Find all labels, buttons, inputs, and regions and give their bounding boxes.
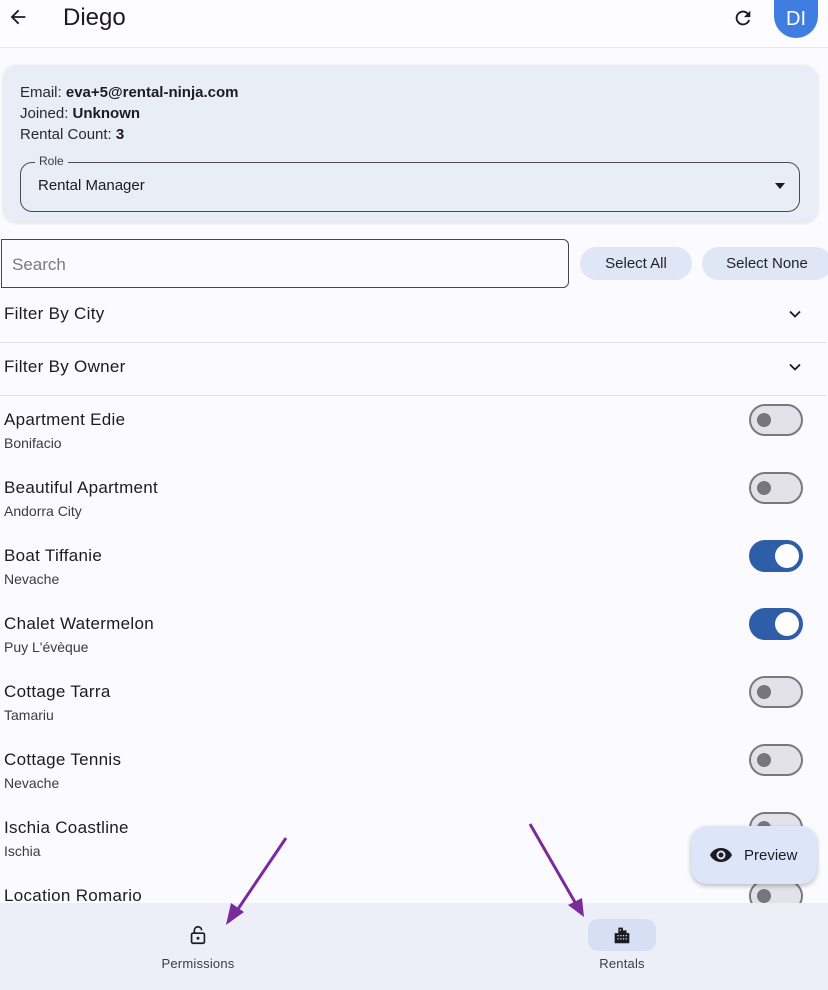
rental-count-value: 3 (115, 126, 125, 143)
role-select[interactable]: Role Rental Manager (20, 154, 800, 212)
toggle-knob (757, 481, 771, 495)
list-item: Cottage Tennis Nevache (0, 744, 826, 818)
page-title: Diego (63, 4, 126, 31)
email-value: eva+5@rental-ninja.com (65, 84, 239, 101)
role-label: Role (35, 154, 68, 168)
list-item: Boat Tiffanie Nevache (0, 540, 826, 614)
refresh-button[interactable] (729, 4, 757, 32)
toggle-knob (757, 413, 771, 427)
user-info-card: Email: eva+5@rental-ninja.com Joined: Un… (3, 65, 818, 222)
nav-pill (588, 919, 656, 951)
nav-item-permissions[interactable]: Permissions (128, 903, 268, 990)
filter-by-owner[interactable]: Filter By Owner (0, 343, 826, 396)
rental-city: Nevache (4, 775, 60, 791)
filter-city-label: Filter By City (4, 304, 105, 323)
nav-label-permissions: Permissions (161, 956, 235, 971)
bottom-navigation: Permissions Rentals (0, 903, 828, 990)
rental-name: Ischia Coastline (4, 818, 129, 837)
joined-value: Unknown (72, 105, 141, 122)
chevron-down-icon (789, 363, 801, 371)
arrow-left-icon (10, 9, 26, 25)
list-item: Cottage Tarra Tamariu (0, 676, 826, 750)
eye-icon (709, 843, 733, 867)
preview-button[interactable]: Preview (691, 826, 817, 884)
role-value: Rental Manager (38, 177, 145, 194)
search-input[interactable]: Search (1, 239, 569, 288)
rental-toggle[interactable] (749, 472, 803, 504)
rental-toggle[interactable] (749, 540, 803, 572)
lock-icon (190, 925, 206, 945)
email-row: Email: eva+5@rental-ninja.com (20, 84, 238, 101)
nav-label-rentals: Rentals (599, 956, 645, 971)
rental-name: Boat Tiffanie (4, 546, 103, 565)
rental-city: Ischia (4, 843, 41, 859)
rental-city: Puy L'évèque (4, 639, 89, 655)
list-item: Chalet Watermelon Puy L'évèque (0, 608, 826, 682)
dropdown-arrow-icon (775, 183, 785, 189)
select-all-button[interactable]: Select All (580, 247, 692, 280)
rental-toggle[interactable] (749, 608, 803, 640)
select-none-button[interactable]: Select None (702, 247, 828, 280)
toggle-knob (757, 889, 771, 903)
avatar[interactable]: DI (774, 0, 818, 38)
rental-toggle[interactable] (749, 744, 803, 776)
nav-pill (164, 919, 232, 951)
rental-city: Bonifacio (4, 435, 62, 451)
chevron-down-icon (789, 310, 801, 318)
rental-name: Beautiful Apartment (4, 478, 159, 497)
toggle-knob (757, 685, 771, 699)
toggle-knob (775, 612, 799, 636)
search-placeholder: Search (12, 255, 66, 274)
rental-count-label: Rental Count: (20, 126, 112, 143)
filter-owner-label: Filter By Owner (4, 357, 126, 376)
back-button[interactable] (4, 2, 32, 32)
toggle-knob (757, 753, 771, 767)
rental-name: Chalet Watermelon (4, 614, 154, 633)
email-label: Email: (20, 84, 62, 101)
rental-name: Cottage Tennis (4, 750, 122, 769)
filter-by-city[interactable]: Filter By City (0, 290, 826, 343)
joined-row: Joined: Unknown (20, 105, 140, 122)
rental-toggle[interactable] (749, 676, 803, 708)
rental-city: Tamariu (4, 707, 54, 723)
refresh-icon (735, 10, 751, 26)
list-item: Apartment Edie Bonifacio (0, 404, 826, 478)
list-item: Beautiful Apartment Andorra City (0, 472, 826, 546)
app-bar: Diego DI (0, 0, 828, 48)
nav-item-rentals[interactable]: Rentals (552, 903, 692, 990)
building-icon (614, 927, 630, 944)
rental-count-row: Rental Count: 3 (20, 126, 124, 143)
rental-name: Apartment Edie (4, 410, 126, 429)
toggle-knob (775, 544, 799, 568)
rental-name: Cottage Tarra (4, 682, 111, 701)
rental-city: Andorra City (4, 503, 82, 519)
rental-city: Nevache (4, 571, 60, 587)
rental-toggle[interactable] (749, 404, 803, 436)
joined-label: Joined: (20, 105, 69, 122)
preview-label: Preview (744, 846, 798, 864)
